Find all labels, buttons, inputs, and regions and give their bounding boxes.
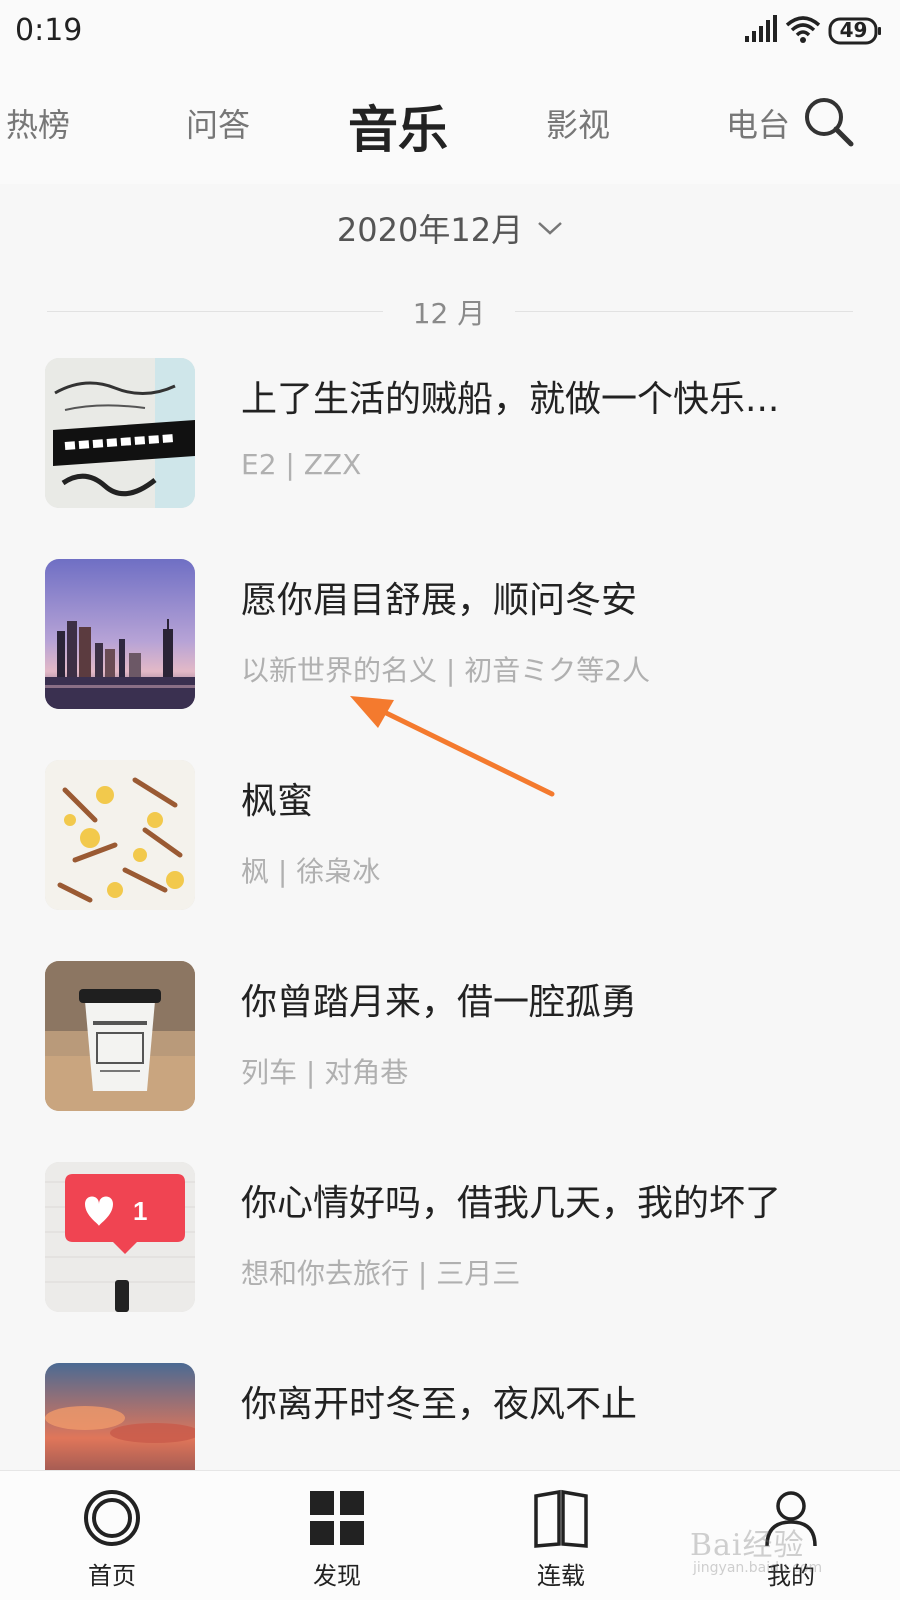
song-title: 你曾踏月来，借一腔孤勇 — [241, 982, 638, 1023]
cover-image-cinnamon-lemon — [45, 760, 195, 910]
song-meta: E2 | ZZX — [241, 448, 362, 481]
nav-label-discover: 发现 — [313, 1562, 361, 1590]
song-title: 上了生活的贼船，就做一个快乐... — [241, 379, 780, 420]
cover-image-city-skyline — [45, 559, 195, 709]
book-icon — [534, 1489, 588, 1548]
cover-image-sunset-clouds — [45, 1363, 195, 1470]
song-meta: 枫 | 徐枭冰 — [241, 855, 381, 888]
nav-item-home[interactable]: 首页 — [27, 1471, 197, 1600]
song-title: 愿你眉目舒展，顺问冬安 — [241, 580, 638, 621]
screen: 0:19 49 热榜 问答 音乐 影视 电台 2020年12月 12 月 上了生… — [0, 0, 900, 1600]
nav-item-serial[interactable]: 连载 — [476, 1471, 646, 1600]
song-meta: 列车 | 对角巷 — [241, 1056, 409, 1089]
list-item[interactable]: 你曾踏月来，借一腔孤勇 列车 | 对角巷 — [0, 961, 900, 1111]
annotation-arrow — [350, 696, 555, 797]
list-item[interactable]: 愿你眉目舒展，顺问冬安 以新世界的名义 | 初音ミク等2人 — [0, 559, 900, 709]
song-meta: 想和你去旅行 | 三月三 — [241, 1257, 521, 1290]
svg-text:1: 1 — [133, 1196, 147, 1226]
nav-item-discover[interactable]: 发现 — [252, 1471, 422, 1600]
song-title: 你心情好吗，借我几天，我的坏了 — [241, 1183, 782, 1224]
cover-image-coffee-cup — [45, 961, 195, 1111]
list-item[interactable]: 上了生活的贼船，就做一个快乐... E2 | ZZX — [0, 358, 900, 508]
watermark-sub: jingyan.baidu.com — [693, 1560, 823, 1576]
home-ring-icon — [84, 1490, 140, 1546]
cover-image-heart-notification: 1 — [45, 1162, 195, 1312]
song-meta: 以新世界的名义 | 初音ミク等2人 — [241, 654, 651, 687]
watermark: Bai经验 — [690, 1528, 805, 1563]
list-item[interactable]: 你离开时冬至，夜风不止 — [0, 1363, 900, 1470]
song-title: 你离开时冬至，夜风不止 — [241, 1384, 638, 1425]
nav-label-serial: 连载 — [537, 1562, 585, 1590]
nav-label-home: 首页 — [88, 1562, 136, 1590]
grid-icon — [310, 1491, 364, 1545]
cover-image-lettering-notebook — [45, 358, 195, 508]
list-item[interactable]: 1 你心情好吗，借我几天，我的坏了 想和你去旅行 | 三月三 — [0, 1162, 900, 1312]
